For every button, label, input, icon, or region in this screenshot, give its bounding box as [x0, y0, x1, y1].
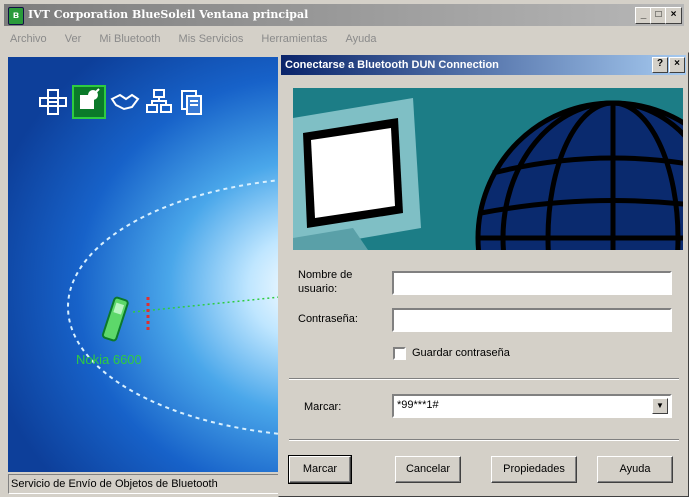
separator — [289, 439, 679, 441]
separator — [289, 378, 679, 380]
close-button[interactable]: × — [665, 7, 682, 24]
menu-mi-bluetooth[interactable]: Mi Bluetooth — [93, 30, 160, 45]
dialog-title: Conectarse a Bluetooth DUN Connection — [285, 59, 499, 71]
status-text: Servicio de Envío de Objetos de Bluetoot… — [11, 478, 218, 490]
main-window-title: IVT Corporation BlueSoleil Ventana princ… — [28, 8, 309, 21]
device-label[interactable]: Nokia 6600 — [76, 352, 142, 367]
dialog-title-bar[interactable]: Conectarse a Bluetooth DUN Connection ? … — [281, 55, 686, 75]
menu-ayuda[interactable]: Ayuda — [340, 30, 377, 45]
phone-icon[interactable] — [100, 294, 130, 346]
menu-mis-servicios[interactable]: Mis Servicios — [173, 30, 244, 45]
password-input[interactable] — [392, 308, 672, 332]
bluetooth-icon: ʙ — [8, 7, 24, 25]
save-password-checkbox[interactable] — [393, 347, 406, 360]
dial-button[interactable]: Marcar — [288, 455, 352, 484]
main-title-bar[interactable]: ʙ IVT Corporation BlueSoleil Ventana pri… — [4, 4, 684, 26]
menu-herramientas[interactable]: Herramientas — [255, 30, 327, 45]
dialog-close-button[interactable]: × — [669, 57, 685, 73]
help-button[interactable]: ? — [652, 57, 668, 73]
username-input[interactable] — [392, 271, 672, 295]
dial-number-value: *99***1# — [397, 399, 439, 411]
menu-bar: Archivo Ver Mi Bluetooth Mis Servicios H… — [4, 30, 684, 50]
username-label-line1: Nombre de — [298, 269, 353, 281]
save-password-label[interactable]: Guardar contraseña — [412, 347, 510, 359]
menu-ver[interactable]: Ver — [59, 30, 82, 45]
bluetooth-device-area[interactable]: Nokia 6600 — [8, 57, 280, 472]
dial-label: Marcar: — [304, 401, 342, 413]
username-label-line2: usuario: — [298, 283, 338, 295]
cancel-button[interactable]: Cancelar — [395, 456, 461, 483]
help-dialog-button[interactable]: Ayuda — [597, 456, 673, 483]
device-orbit — [67, 179, 280, 435]
menu-archivo[interactable]: Archivo — [4, 30, 47, 45]
status-bar: Servicio de Envío de Objetos de Bluetoot… — [8, 474, 280, 494]
password-label: Contraseña: — [298, 313, 358, 325]
dun-connect-dialog: Conectarse a Bluetooth DUN Connection ? … — [278, 52, 689, 497]
properties-button[interactable]: Propiedades — [491, 456, 577, 483]
connection-banner — [293, 88, 683, 250]
dial-number-combo[interactable]: *99***1# ▼ — [392, 394, 672, 418]
chevron-down-icon[interactable]: ▼ — [652, 398, 668, 414]
